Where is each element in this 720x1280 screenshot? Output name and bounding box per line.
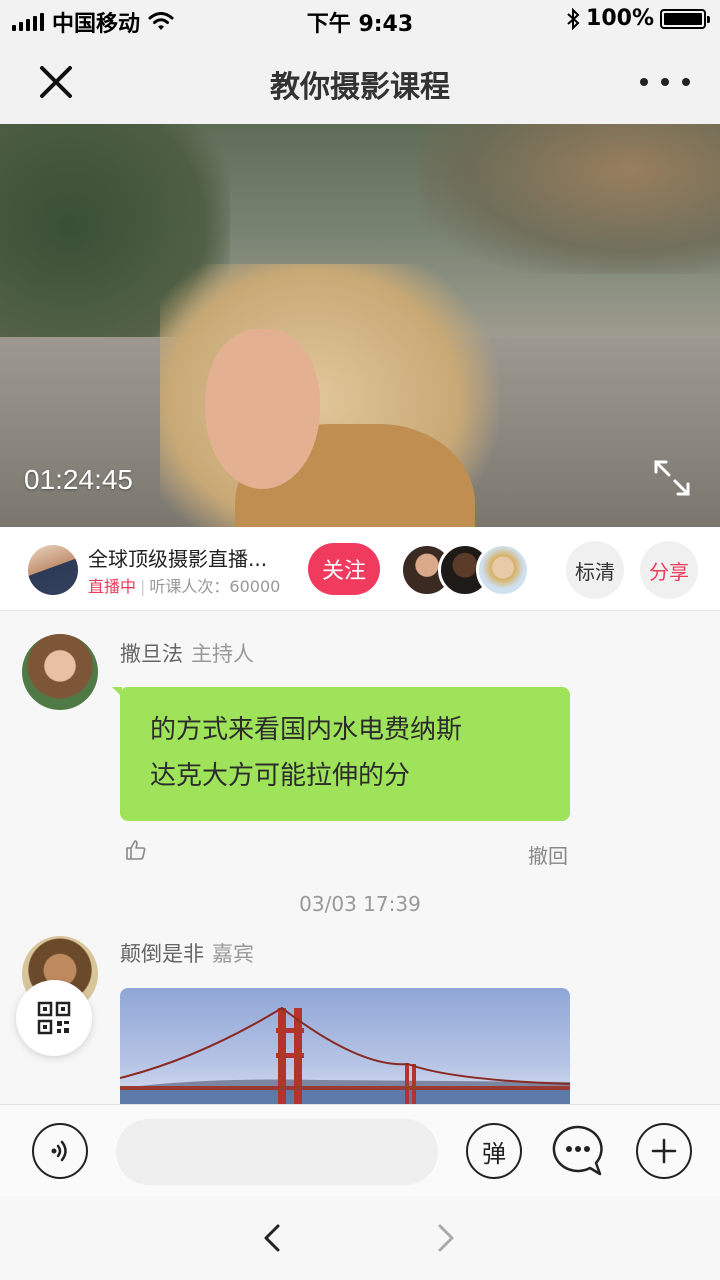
bridge-image <box>120 1006 570 1104</box>
browser-nav <box>0 1196 720 1280</box>
thumbs-up-icon[interactable] <box>124 838 148 862</box>
chat-bubble-icon <box>552 1125 603 1176</box>
comment-input[interactable] <box>116 1119 438 1185</box>
message-bubble[interactable]: 的方式来看国内水电费纳斯 达克大方可能拉伸的分 <box>112 687 570 821</box>
add-button[interactable] <box>636 1123 692 1179</box>
battery-percent: 100% <box>586 6 654 31</box>
danmaku-button[interactable]: 弹 <box>466 1123 522 1179</box>
video-timecode: 01:24:45 <box>24 464 133 495</box>
share-button[interactable]: 分享 <box>640 541 698 599</box>
message-author: 撒旦法 主持人 <box>120 638 254 668</box>
page-title: 教你摄影课程 <box>270 70 450 105</box>
live-video[interactable]: 01:24:45 <box>0 124 720 527</box>
recall-button[interactable]: 撤回 <box>528 840 568 869</box>
course-info-bar: 全球顶级摄影直播... 直播中 | 听课人次：60000 关注 标清 分享 <box>0 527 720 611</box>
back-icon[interactable] <box>258 1220 288 1256</box>
follow-button[interactable]: 关注 <box>308 543 380 595</box>
meta-separator: | <box>140 577 146 596</box>
nav-bar: 教你摄影课程 <box>0 40 720 124</box>
chat-feed[interactable]: 撒旦法 主持人 的方式来看国内水电费纳斯 达克大方可能拉伸的分 撤回 03/03 … <box>0 612 720 1104</box>
voice-button[interactable] <box>32 1123 88 1179</box>
message-timestamp: 03/03 17:39 <box>299 892 421 916</box>
fullscreen-icon[interactable] <box>652 458 692 498</box>
qr-code-button[interactable] <box>16 980 92 1056</box>
avatar[interactable] <box>22 634 98 710</box>
author-name: 颠倒是非 <box>120 942 204 966</box>
forward-icon[interactable] <box>430 1220 460 1256</box>
course-meta: 直播中 | 听课人次：60000 <box>88 573 280 597</box>
message-author: 颠倒是非 嘉宾 <box>120 938 254 968</box>
bluetooth-icon <box>567 7 580 30</box>
message-text-line: 达克大方可能拉伸的分 <box>150 761 411 791</box>
qr-code-icon <box>37 1001 71 1035</box>
quality-button[interactable]: 标清 <box>566 541 624 599</box>
author-role: 主持人 <box>191 642 254 666</box>
live-status: 直播中 <box>88 577 137 596</box>
input-toolbar: 弹 <box>0 1104 720 1196</box>
course-title: 全球顶级摄影直播... <box>88 547 268 571</box>
message-text-line: 的方式来看国内水电费纳斯 <box>150 715 463 745</box>
author-name: 撒旦法 <box>120 642 183 666</box>
comment-button[interactable] <box>550 1123 606 1179</box>
host-avatar[interactable] <box>26 543 80 597</box>
status-bar: 中国移动 下午 9:43 100% <box>0 0 720 40</box>
message-image[interactable] <box>120 988 570 1104</box>
voice-icon <box>51 1140 67 1162</box>
avatar <box>476 543 530 597</box>
plus-icon <box>651 1138 677 1164</box>
view-count: 听课人次：60000 <box>149 577 281 596</box>
battery-icon <box>660 8 710 29</box>
more-icon[interactable] <box>640 68 690 96</box>
author-role: 嘉宾 <box>212 942 254 966</box>
